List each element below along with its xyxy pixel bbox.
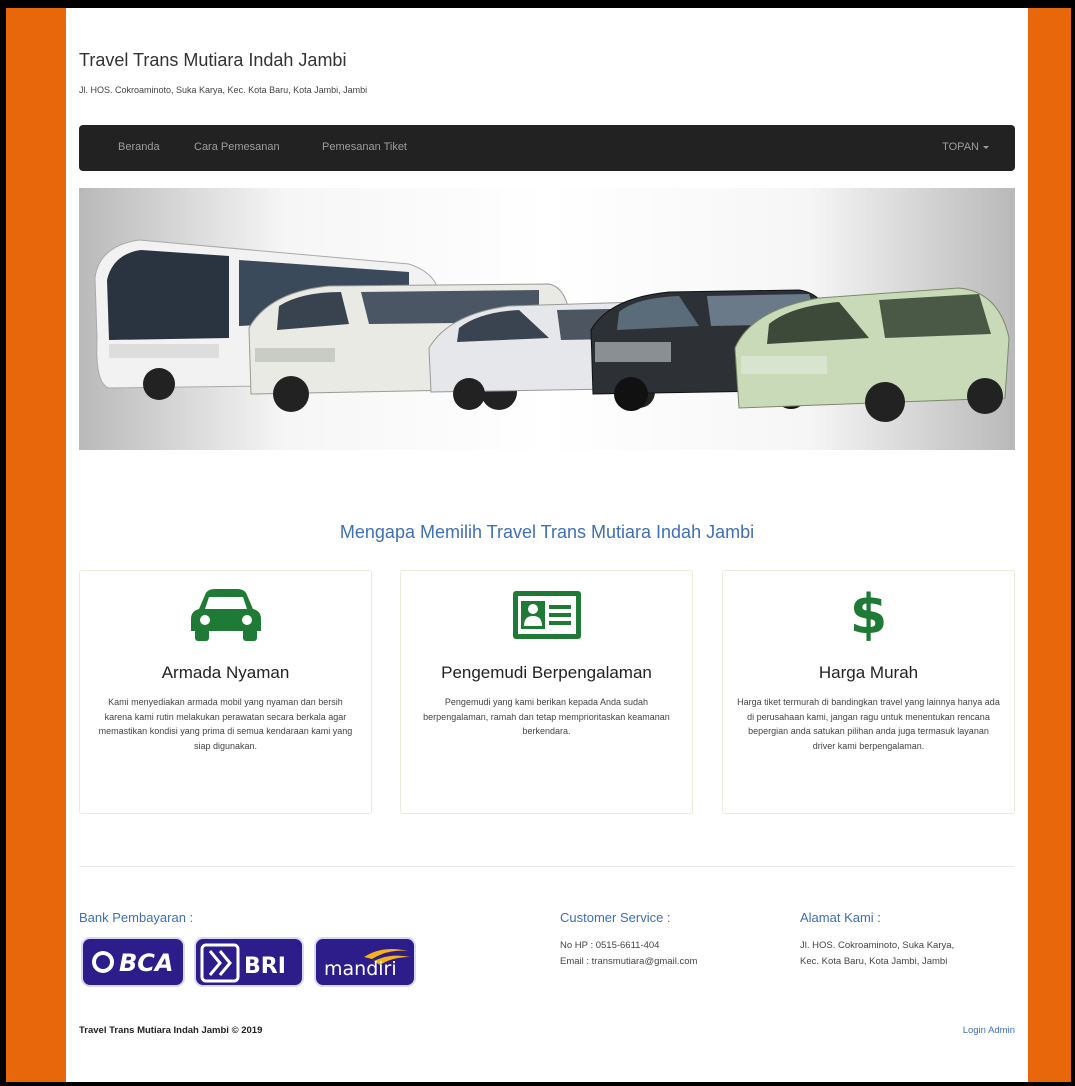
- browser-frame: Travel Trans Mutiara Indah Jambi Jl. HOS…: [6, 8, 1071, 1082]
- hero-banner-image: [79, 188, 1015, 450]
- bank-heading: Bank Pembayaran :: [79, 910, 194, 925]
- mandiri-logo-text: mandiri: [324, 958, 397, 980]
- divider: [79, 866, 1015, 867]
- cs-info: No HP : 0515-6611-404 Email : transmutia…: [560, 938, 697, 970]
- feature-text: Pengemudi yang kami berikan kepada Anda …: [423, 697, 670, 736]
- copyright: Travel Trans Mutiara Indah Jambi © 2019: [79, 1025, 263, 1036]
- site-title: Travel Trans Mutiara Indah Jambi: [79, 50, 347, 70]
- address-heading: Alamat Kami :: [800, 910, 881, 925]
- login-admin-link[interactable]: Login Admin: [963, 1025, 1015, 1036]
- bca-logo-text: BCA: [119, 949, 173, 977]
- page: Travel Trans Mutiara Indah Jambi Jl. HOS…: [66, 8, 1028, 1082]
- feature-title: Pengemudi Berpengalaman: [441, 663, 652, 682]
- nav-item-pemesanan-tiket[interactable]: Pemesanan Tiket: [322, 141, 407, 153]
- caret-down-icon: [983, 145, 989, 149]
- bri-logo-text: BRI: [244, 954, 286, 979]
- navbar: Beranda Cara Pemesanan Pemesanan Tiket T…: [79, 125, 1015, 171]
- feature-card-harga: $ Harga Murah Harga tiket termurah di ba…: [722, 570, 1015, 814]
- site-address: Jl. HOS. Cokroaminoto, Suka Karya, Kec. …: [79, 85, 368, 95]
- bca-logo: BCA: [81, 937, 185, 987]
- feature-card-pengemudi: Pengemudi Berpengalaman Pengemudi yang k…: [400, 570, 693, 814]
- cs-email: Email : transmutiara@gmail.com: [560, 956, 698, 967]
- feature-title: Harga Murah: [818, 663, 919, 682]
- cs-phone: No HP : 0515-6611-404: [560, 940, 660, 951]
- car-icon: [80, 585, 371, 645]
- feature-card-armada: Armada Nyaman Kami menyediakan armada mo…: [79, 570, 372, 814]
- address-info: Jl. HOS. Cokroaminoto, Suka Karya, Kec. …: [800, 938, 954, 970]
- address-line-2: Kec. Kota Baru, Kota Jambi, Jambi: [800, 956, 948, 967]
- dollar-icon: $: [849, 583, 888, 646]
- mandiri-logo: mandiri: [314, 937, 416, 987]
- cs-heading: Customer Service :: [560, 910, 671, 925]
- nav-item-beranda[interactable]: Beranda: [118, 141, 160, 153]
- fleet-vehicles-illustration: [94, 239, 1010, 422]
- address-line-1: Jl. HOS. Cokroaminoto, Suka Karya,: [800, 940, 955, 951]
- id-card-icon: [401, 585, 692, 645]
- section-title: Mengapa Memilih Travel Trans Mutiara Ind…: [339, 522, 755, 542]
- feature-text: Harga tiket termurah di bandingkan trave…: [737, 697, 1000, 751]
- nav-item-cara-pemesanan[interactable]: Cara Pemesanan: [194, 141, 280, 153]
- user-menu-label: TOPAN: [942, 141, 979, 153]
- feature-text: Kami menyediakan armada mobil yang nyama…: [98, 697, 353, 751]
- user-menu[interactable]: TOPAN: [942, 141, 989, 153]
- bri-logo: BRI: [194, 937, 304, 987]
- feature-title: Armada Nyaman: [161, 663, 290, 682]
